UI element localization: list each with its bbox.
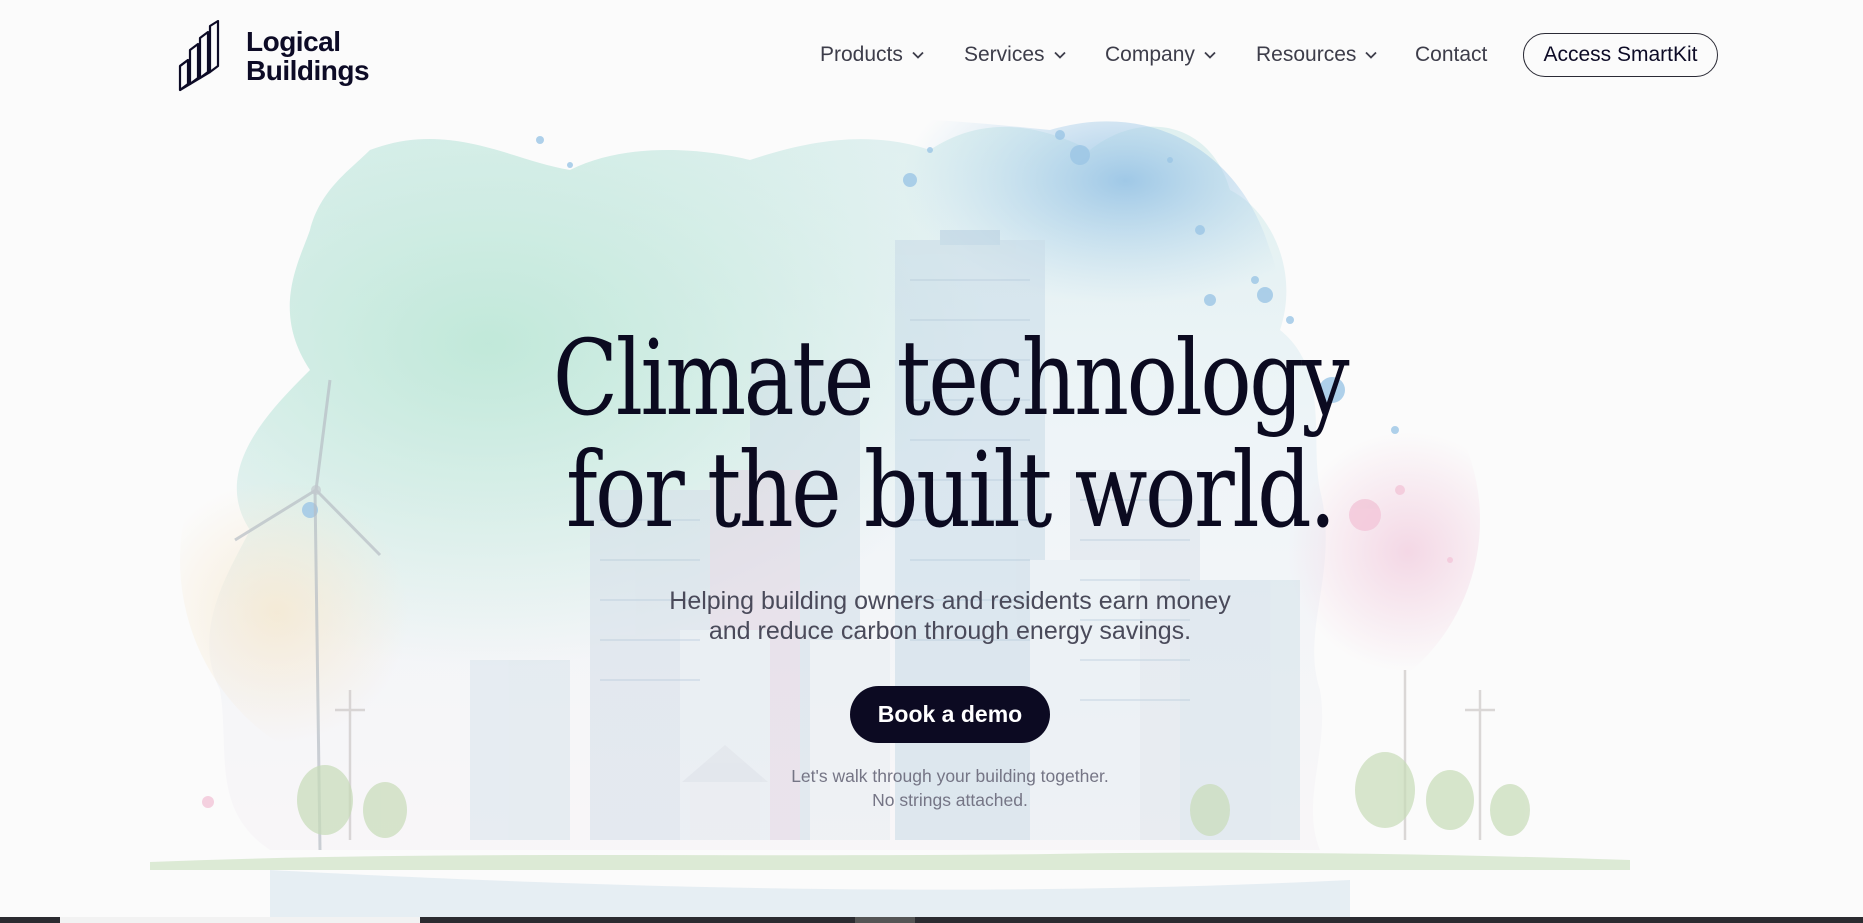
nav-item-resources[interactable]: Resources <box>1256 33 1378 77</box>
access-smartkit-button[interactable]: Access SmartKit <box>1523 33 1718 77</box>
hero-note-line1: Let's walk through your building togethe… <box>791 766 1109 786</box>
nav-item-contact[interactable]: Contact <box>1415 33 1487 77</box>
hero-subtitle: Helping building owners and residents ea… <box>0 586 1863 646</box>
chevron-down-icon <box>1365 51 1378 59</box>
nav-item-products[interactable]: Products <box>820 33 925 77</box>
hero-title-line1: Climate technology <box>552 317 1350 439</box>
nav-item-label: Products <box>820 43 903 66</box>
nav-item-label: Resources <box>1256 43 1357 66</box>
hero-subtitle-line1: Helping building owners and residents ea… <box>669 587 1231 615</box>
chevron-down-icon <box>1053 51 1066 59</box>
hero-subtitle-line2: and reduce carbon through energy savings… <box>708 617 1192 645</box>
hero-title: Climate technology for the built world. <box>171 322 1729 546</box>
nav-item-label: Contact <box>1415 43 1488 66</box>
bottom-strip <box>0 917 1863 923</box>
book-demo-button[interactable]: Book a demo <box>850 686 1050 743</box>
hero-note-line2: No strings attached. <box>872 790 1028 810</box>
chevron-down-icon <box>1204 51 1216 59</box>
chevron-down-icon <box>912 51 924 59</box>
strip-segment <box>855 917 915 923</box>
strip-segment <box>60 917 420 923</box>
hero-note: Let's walk through your building togethe… <box>0 764 1863 812</box>
hero-title-line2: for the built world. <box>566 429 1336 551</box>
nav-item-services[interactable]: Services <box>964 33 1067 77</box>
nav-item-label: Company <box>1105 43 1195 66</box>
nav-item-company[interactable]: Company <box>1105 33 1217 77</box>
nav-item-label: Services <box>964 43 1045 66</box>
